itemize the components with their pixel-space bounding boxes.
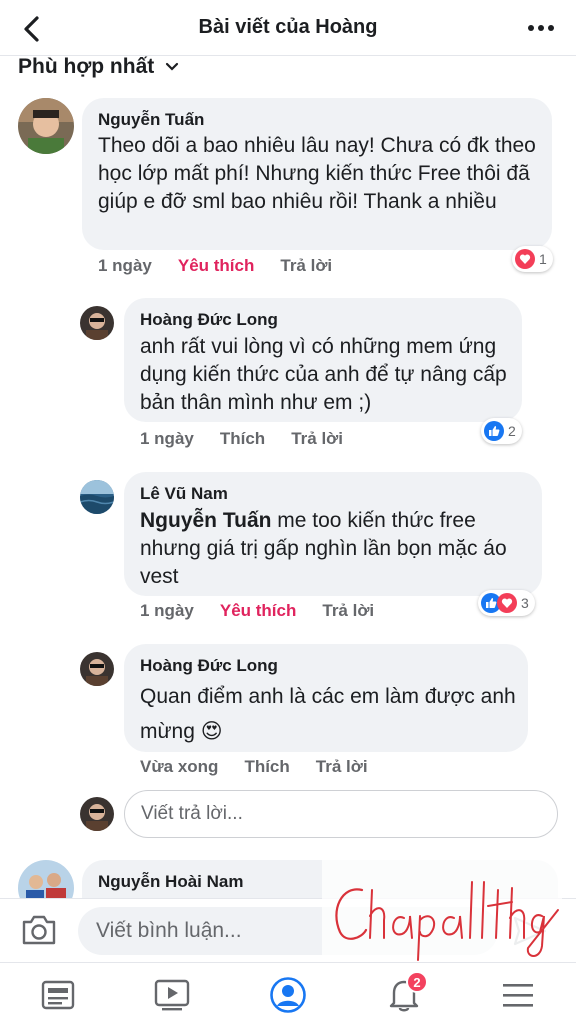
like-button[interactable]: Thích xyxy=(244,757,289,777)
sort-selector[interactable]: Phù hợp nhất xyxy=(18,52,180,82)
reaction-count: 2 xyxy=(508,423,516,439)
watch-icon xyxy=(154,979,190,1011)
reply-button[interactable]: Trả lời xyxy=(280,256,332,276)
comment-text: anh rất vui lòng vì có những mem ứng dụn… xyxy=(140,335,507,414)
comment-text: Quan điểm anh là các em làm được anh mừn… xyxy=(140,679,520,749)
comment-bubble: Hoàng Đức Long anh rất vui lòng vì có nh… xyxy=(124,298,522,422)
comment-text: Theo dõi a bao nhiêu lâu nay! Chưa có đk… xyxy=(98,134,536,213)
more-horizontal-icon xyxy=(528,25,554,31)
comment-author[interactable]: Nguyễn Tuấn xyxy=(98,110,204,130)
love-reaction-icon xyxy=(515,249,535,269)
menu-icon xyxy=(503,984,533,1007)
tab-menu[interactable] xyxy=(498,975,538,1015)
tab-notifications[interactable]: 2 xyxy=(384,971,428,1015)
like-button[interactable]: Yêu thích xyxy=(178,256,255,276)
comment-time: 1 ngày xyxy=(98,256,152,275)
avatar-current-user xyxy=(80,797,114,831)
comment-actions: 1 ngày Yêu thích Trả lời xyxy=(98,256,358,276)
camera-icon xyxy=(22,915,56,945)
comment-bubble: Hoàng Đức Long Quan điểm anh là các em l… xyxy=(124,644,528,752)
comment-time: Vừa xong xyxy=(140,757,219,776)
tab-profile[interactable] xyxy=(268,975,308,1015)
sort-label: Phù hợp nhất xyxy=(18,55,155,78)
comment-author[interactable]: Nguyễn Hoài Nam xyxy=(98,872,243,892)
comment-actions: 1 ngày Yêu thích Trả lời xyxy=(140,601,400,621)
reply-input[interactable]: Viết trả lời... xyxy=(124,790,558,838)
page-title: Bài viết của Hoàng xyxy=(198,16,378,38)
signature-watermark xyxy=(322,860,562,970)
like-button[interactable]: Thích xyxy=(220,429,265,449)
comment-time: 1 ngày xyxy=(140,429,194,448)
reply-button[interactable]: Trả lời xyxy=(322,601,374,621)
comment-actions: 1 ngày Thích Trả lời xyxy=(140,429,369,449)
reaction-summary[interactable]: 1 xyxy=(512,246,553,272)
reaction-count: 1 xyxy=(539,251,547,267)
profile-icon xyxy=(270,977,306,1013)
bottom-tab-bar: 2 xyxy=(0,962,576,1024)
comment-body: Quan điểm anh là các em làm được anh mừn… xyxy=(140,685,516,743)
comment-time: 1 ngày xyxy=(140,601,194,620)
avatar-hoang-duc-long[interactable] xyxy=(80,306,114,340)
avatar-hoang-duc-long[interactable] xyxy=(80,652,114,686)
reaction-summary[interactable]: 2 xyxy=(481,418,522,444)
comment-text: Nguyễn Tuấn me too kiến thức free nhưng … xyxy=(140,507,534,591)
like-button[interactable]: Yêu thích xyxy=(220,601,297,621)
camera-button[interactable] xyxy=(20,913,58,947)
comment-author[interactable]: Lê Vũ Nam xyxy=(140,484,228,504)
comment-bubble: Nguyễn Tuấn Theo dõi a bao nhiêu lâu nay… xyxy=(82,98,552,250)
like-reaction-icon xyxy=(484,421,504,441)
reply-button[interactable]: Trả lời xyxy=(316,757,368,777)
avatar-nguyen-tuan[interactable] xyxy=(18,98,74,154)
reply-button[interactable]: Trả lời xyxy=(291,429,343,449)
reaction-summary[interactable]: 3 xyxy=(478,590,535,616)
tab-watch[interactable] xyxy=(152,975,192,1015)
comment-author[interactable]: Hoàng Đức Long xyxy=(140,656,278,676)
comment-author[interactable]: Hoàng Đức Long xyxy=(140,310,278,330)
mention-link[interactable]: Nguyễn Tuấn xyxy=(140,509,271,532)
more-button[interactable] xyxy=(524,16,558,40)
tab-news-feed[interactable] xyxy=(38,975,78,1015)
chevron-down-icon xyxy=(166,62,179,71)
top-bar: Bài viết của Hoàng xyxy=(0,0,576,56)
notification-badge: 2 xyxy=(406,971,428,993)
comment-bubble: Lê Vũ Nam Nguyễn Tuấn me too kiến thức f… xyxy=(124,472,542,596)
avatar-le-vu-nam[interactable] xyxy=(80,480,114,514)
news-feed-icon xyxy=(41,980,75,1010)
love-reaction-icon xyxy=(497,593,517,613)
heart-eyes-emoji: 😍 xyxy=(200,720,223,743)
reaction-count: 3 xyxy=(521,595,529,611)
comment-actions: Vừa xong Thích Trả lời xyxy=(140,757,394,777)
